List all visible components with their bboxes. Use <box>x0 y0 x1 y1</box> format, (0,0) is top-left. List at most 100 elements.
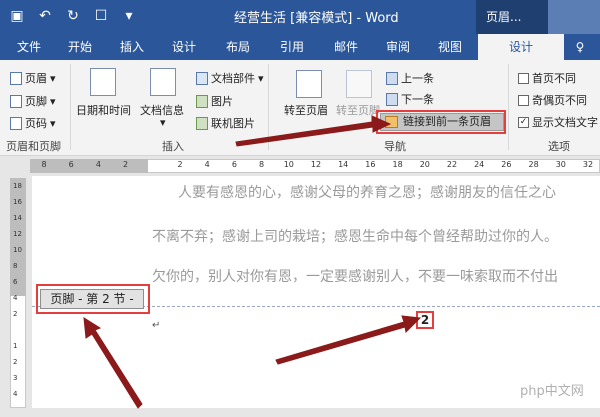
ruler-tick: 32 <box>582 160 594 169</box>
tab-design[interactable]: 设计 <box>164 34 204 60</box>
ruler-tick: 2 <box>177 160 183 169</box>
vertical-ruler-tick: 4 <box>13 294 18 302</box>
tab-header-footer-design[interactable]: 设计 <box>478 34 564 60</box>
ruler-tick: 26 <box>501 160 512 169</box>
header-icon <box>10 71 22 85</box>
date-time-button[interactable]: 日期和时间 <box>76 102 131 118</box>
group-label-header-footer: 页眉和页脚 <box>6 140 61 153</box>
ruler-tick: 2 <box>123 160 129 169</box>
checkbox-checked-icon: ✓ <box>518 116 529 128</box>
body-text-line[interactable]: 欠你的，别人对你有恩，一定要感谢别人，不要一味索取而不付出 <box>152 266 558 286</box>
show-document-text-checkbox[interactable]: ✓ 显示文档文字 <box>518 114 598 130</box>
highlight-box-link-previous <box>376 110 506 134</box>
page-number-icon <box>10 116 22 130</box>
footer-button[interactable]: 页脚 ▾ <box>10 93 56 109</box>
ruler-tick: 8 <box>41 160 47 169</box>
ruler-tick: 18 <box>392 160 403 169</box>
header-button[interactable]: 页眉 ▾ <box>10 70 56 86</box>
tab-insert[interactable]: 插入 <box>112 34 152 60</box>
undo-icon[interactable]: ↶ <box>36 6 54 26</box>
paragraph-mark: ↵ <box>152 320 161 331</box>
group-label-navigation: 导航 <box>384 140 406 153</box>
checkbox-unchecked-icon <box>518 94 529 106</box>
touch-mode-icon[interactable]: ☐ <box>92 6 110 26</box>
picture-button[interactable]: 图片 <box>196 93 233 109</box>
ruler-tick: 28 <box>528 160 539 169</box>
vertical-ruler-tick: 12 <box>13 230 22 238</box>
tell-me-icon[interactable]: ♀ <box>568 34 592 60</box>
tab-file[interactable]: 文件 <box>6 34 52 60</box>
next-icon <box>386 92 398 106</box>
next-button[interactable]: 下一条 <box>386 91 434 107</box>
page-number-field[interactable]: 2 <box>416 311 434 329</box>
vertical-ruler-tick: 10 <box>13 246 22 254</box>
status-area <box>0 408 600 417</box>
vertical-ruler-tick: 6 <box>13 278 18 286</box>
ruler-tick: 6 <box>68 160 74 169</box>
group-separator <box>268 64 269 150</box>
vertical-ruler-tick: 1 <box>13 342 18 350</box>
save-icon[interactable]: ▣ <box>8 6 26 26</box>
goto-header-icon[interactable] <box>296 70 322 98</box>
group-label-insert: 插入 <box>162 140 184 153</box>
vertical-ruler-tick: 16 <box>13 198 22 206</box>
calendar-icon[interactable] <box>90 68 116 96</box>
previous-button[interactable]: 上一条 <box>386 70 434 86</box>
tab-references[interactable]: 引用 <box>272 34 312 60</box>
doc-parts-icon <box>196 71 208 85</box>
ruler-margin-left <box>30 159 148 173</box>
tab-view[interactable]: 视图 <box>430 34 470 60</box>
ruler-tick: 14 <box>338 160 349 169</box>
window-controls-area <box>548 0 600 34</box>
online-picture-icon <box>196 116 208 130</box>
document-title: 经营生活 [兼容模式] - Word <box>234 11 399 26</box>
ruler-tick: 20 <box>419 160 430 169</box>
group-label-options: 选项 <box>548 140 570 153</box>
goto-footer-icon[interactable] <box>346 70 372 98</box>
body-text-line[interactable]: 人要有感恩的心，感谢父母的养育之恩；感谢朋友的信任之心 <box>178 182 556 202</box>
document-info-icon[interactable] <box>150 68 176 96</box>
goto-footer-button[interactable]: 转至页脚 <box>336 102 380 118</box>
ribbon-tabs: 文件 开始 插入 设计 布局 引用 邮件 审阅 视图 设计 ♀ <box>0 34 600 60</box>
ruler-tick: 22 <box>446 160 458 169</box>
ruler-tick: 16 <box>365 160 376 169</box>
quick-access-toolbar: ▣ ↶ ↻ ☐ ▾ <box>8 6 138 26</box>
ruler-tick: 4 <box>204 160 210 169</box>
watermark-logo: php中文网 <box>520 384 584 399</box>
tab-layout[interactable]: 布局 <box>218 34 258 60</box>
highlight-box-footer-tag <box>36 284 150 314</box>
horizontal-ruler[interactable]: 8 6 4 2 2 4 6 8 10 12 14 16 18 20 22 24 26 28 30 32 <box>0 157 600 175</box>
checkbox-unchecked-icon <box>518 72 529 84</box>
footer-icon <box>10 94 22 108</box>
vertical-ruler-tick: 18 <box>13 182 22 190</box>
page-number-button[interactable]: 页码 ▾ <box>10 115 56 131</box>
tab-mailings[interactable]: 邮件 <box>326 34 366 60</box>
ruler-tick: 24 <box>474 160 485 169</box>
vertical-ruler-tick: 8 <box>13 262 18 270</box>
customize-qat-icon[interactable]: ▾ <box>120 6 138 26</box>
doc-parts-button[interactable]: 文档部件 ▾ <box>196 70 264 86</box>
body-text-line[interactable]: 不离不弃；感谢上司的栽培；感恩生命中每个曾经帮助过你的人。 <box>152 226 558 246</box>
ruler-tick: 6 <box>231 160 237 169</box>
online-picture-button[interactable]: 联机图片 <box>196 115 255 131</box>
vertical-ruler-tick: 3 <box>13 374 18 382</box>
previous-icon <box>386 71 398 85</box>
doc-info-dropdown-icon[interactable]: ▾ <box>160 116 166 129</box>
vertical-ruler-tick: 2 <box>13 358 18 366</box>
vertical-ruler-tick: 2 <box>13 310 18 318</box>
vertical-ruler-tick: 4 <box>13 390 18 398</box>
odd-even-different-checkbox[interactable]: 奇偶页不同 <box>518 92 587 108</box>
tab-home[interactable]: 开始 <box>60 34 100 60</box>
ruler-tick: 30 <box>555 160 566 169</box>
context-tab-header-footer-tools[interactable]: 页眉... <box>476 0 548 34</box>
ribbon: 页眉 ▾ 页脚 ▾ 页码 ▾ 页眉和页脚 日期和时间 文档信息 ▾ 文档部件 ▾ 图片 … <box>0 60 600 156</box>
goto-header-button[interactable]: 转至页眉 <box>284 102 328 118</box>
ruler-tick: 12 <box>310 160 322 169</box>
first-page-different-checkbox[interactable]: 首页不同 <box>518 70 576 86</box>
ruler-tick: 4 <box>95 160 101 169</box>
tab-review[interactable]: 审阅 <box>378 34 418 60</box>
redo-icon[interactable]: ↻ <box>64 6 82 26</box>
title-bar: ▣ ↶ ↻ ☐ ▾ 经营生活 [兼容模式] - Word 页眉... <box>0 0 600 34</box>
group-separator <box>70 64 71 150</box>
ruler-tick: 8 <box>259 160 265 169</box>
